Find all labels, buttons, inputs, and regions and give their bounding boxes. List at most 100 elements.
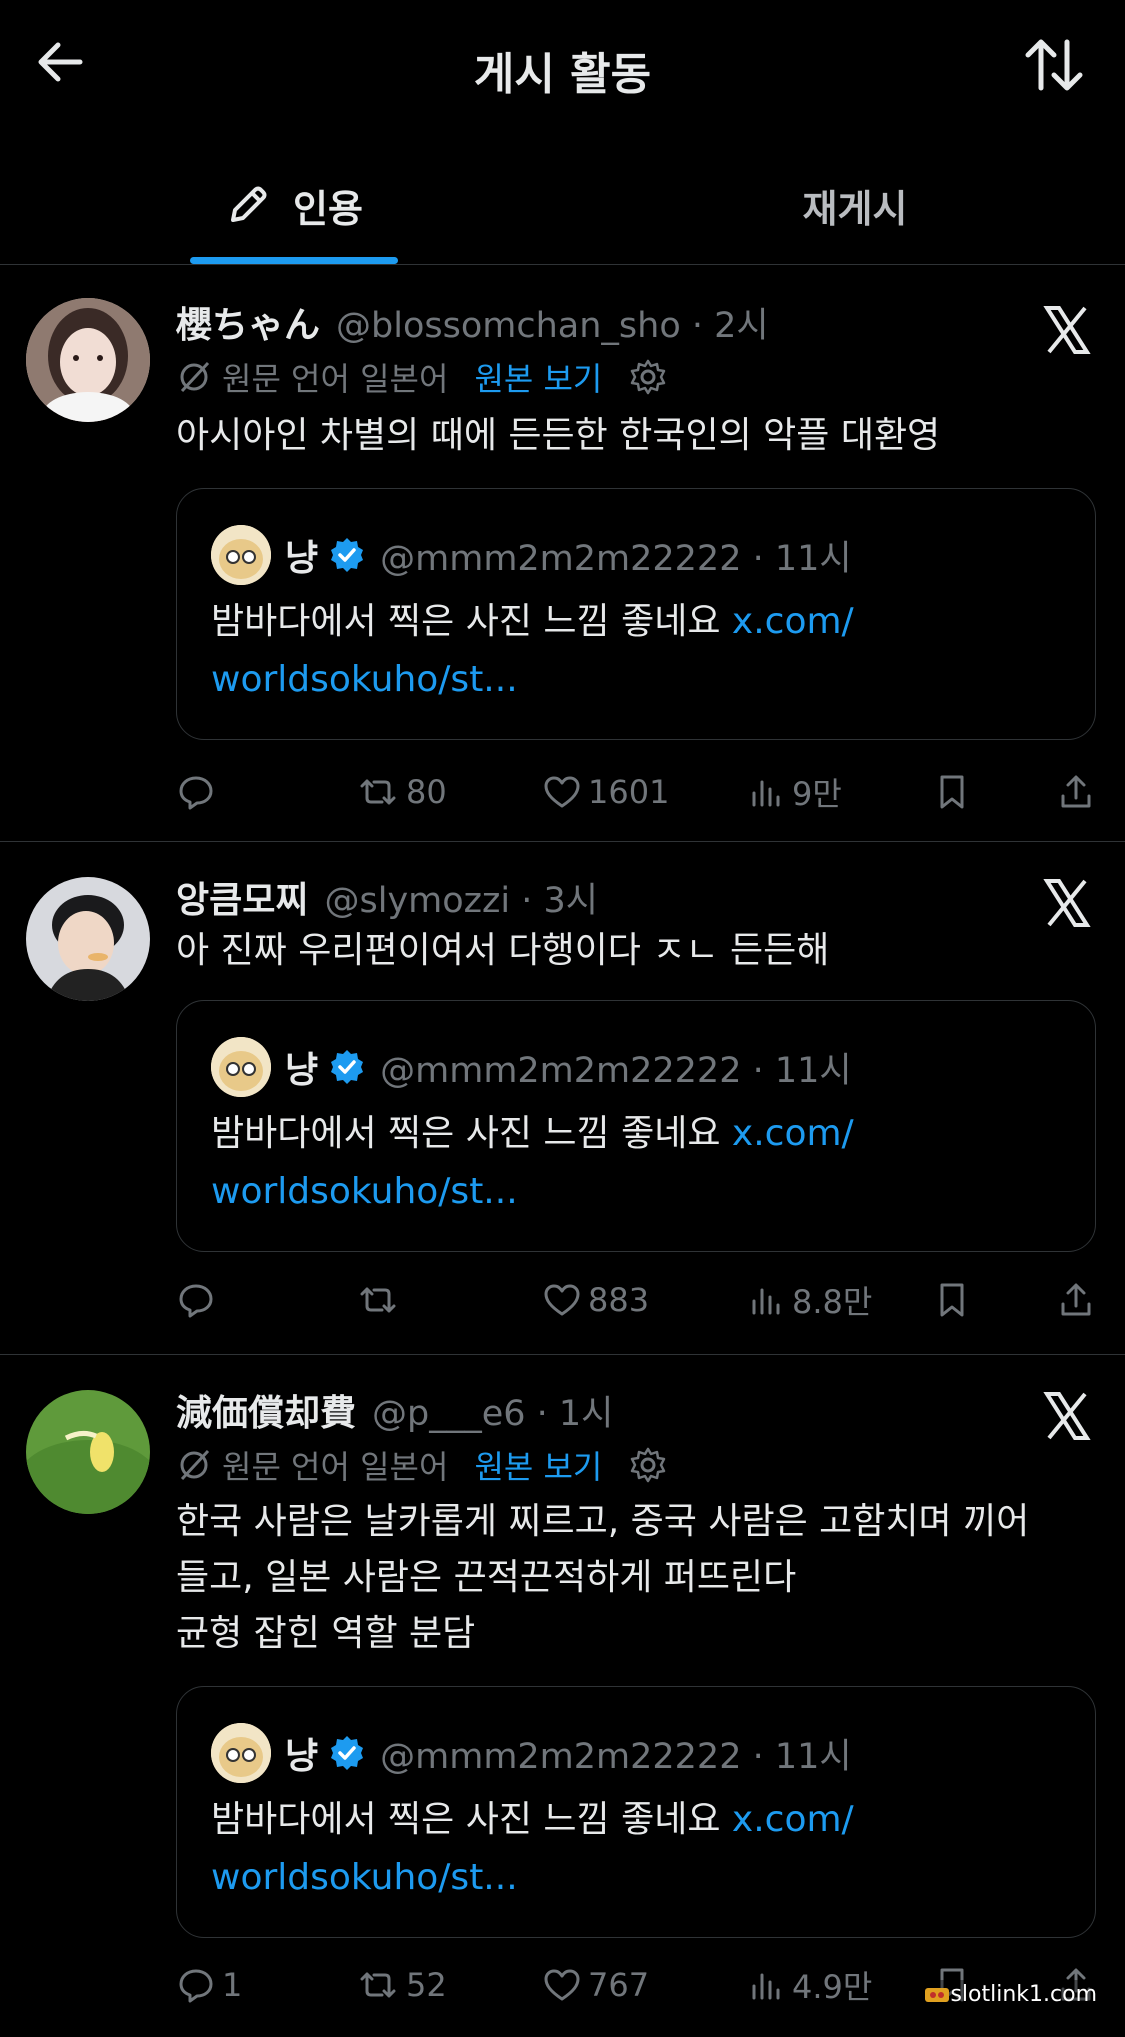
- views-chart-icon: [752, 1973, 780, 2000]
- quoted-post-author: 냥 @mmm2m2m22222 · 11시: [285, 1039, 852, 1095]
- tab-quotes[interactable]: 인용: [190, 175, 398, 235]
- settings-gear-icon[interactable]: [628, 357, 668, 397]
- display-name[interactable]: 櫻ちゃん: [176, 296, 320, 348]
- verified-badge-icon: [331, 538, 364, 572]
- quoted-post-text: 밤바다에서 찍은 사진 느낌 좋네요 x.com/ worldsokuho/st…: [211, 593, 1071, 709]
- bookmark-icon: [940, 1283, 964, 1317]
- tab-bar: 인용 재게시: [0, 145, 1125, 265]
- share-button[interactable]: [1056, 1272, 1102, 1328]
- heart-icon: [544, 776, 580, 808]
- x-logo-icon[interactable]: [1039, 1388, 1095, 1444]
- handle-and-time: @mmm2m2m22222 · 11시: [380, 1050, 852, 1091]
- handle-and-time[interactable]: @blossomchan_sho · 2시: [336, 297, 769, 348]
- like-button[interactable]: 883: [542, 1272, 649, 1328]
- verified-badge-icon: [331, 1736, 364, 1770]
- avatar[interactable]: [211, 1723, 271, 1783]
- avatar[interactable]: [26, 877, 150, 1001]
- verified-badge-icon: [331, 1050, 364, 1084]
- repost-icon: [360, 779, 396, 805]
- repost-button[interactable]: 80: [356, 764, 447, 820]
- x-logo-icon[interactable]: [1039, 302, 1095, 358]
- views-chart-icon: [752, 780, 780, 807]
- repost-button[interactable]: [356, 1272, 406, 1328]
- original-language-label: 원문 언어 일본어: [222, 1448, 449, 1486]
- bookmark-button[interactable]: [932, 764, 978, 820]
- avatar[interactable]: [26, 1390, 150, 1514]
- view-count: 4.9만: [792, 1968, 873, 2006]
- display-name[interactable]: 냥: [285, 1041, 318, 1093]
- handle-and-time[interactable]: @slymozzi · 3시: [324, 872, 598, 923]
- post[interactable]: 앙큼모찌 @slymozzi · 3시 아 진짜 우리편이여서 다행이다 ㅈㄴ …: [0, 843, 1125, 1355]
- translate-off-icon: [180, 1449, 210, 1481]
- tab-label: 재게시: [802, 186, 908, 231]
- pencil-icon: [231, 186, 267, 222]
- quoted-post-text: 밤바다에서 찍은 사진 느낌 좋네요 x.com/ worldsokuho/st…: [211, 1105, 1071, 1221]
- handle-and-time[interactable]: @p___e6 · 1시: [372, 1385, 613, 1436]
- view-count: 9만: [792, 775, 842, 813]
- translate-off-icon: [180, 361, 210, 393]
- post-author: 앙큼모찌 @slymozzi · 3시: [176, 871, 598, 921]
- quoted-post-author: 냥 @mmm2m2m22222 · 11시: [285, 527, 852, 583]
- bookmark-button[interactable]: [932, 1272, 978, 1328]
- post[interactable]: 減価償却費 @p___e6 · 1시 원문 언어 일본어 원본 보기 한국 사람…: [0, 1356, 1125, 2037]
- handle-and-time: @mmm2m2m22222 · 11시: [380, 538, 852, 579]
- post-text: 아 진짜 우리편이여서 다행이다 ㅈㄴ 든든해: [176, 930, 830, 971]
- views-button[interactable]: 8.8만: [746, 1272, 872, 1328]
- translation-bar: 원문 언어 일본어 원본 보기: [176, 354, 668, 400]
- heart-icon: [544, 1969, 580, 2001]
- views-button[interactable]: 4.9만: [746, 1957, 872, 2013]
- avatar[interactable]: [211, 525, 271, 585]
- post-text: 한국 사람은 날카롭게 찌르고, 중국 사람은 고함치며 끼어 들고, 일본 사…: [176, 1494, 1096, 1662]
- view-original-link[interactable]: 원본 보기: [474, 1442, 602, 1488]
- watermark: slotlink1.com: [918, 1980, 1103, 2009]
- post-text-line: 균형 잡힌 역할 분담: [176, 1613, 476, 1654]
- like-button[interactable]: 767: [542, 1957, 649, 2013]
- repost-count: 80: [406, 773, 447, 811]
- quoted-post[interactable]: 냥 @mmm2m2m22222 · 11시 밤바다에서 찍은 사진 느낌 좋네요…: [176, 488, 1096, 740]
- tab-reposts[interactable]: 재게시: [700, 175, 1010, 235]
- reply-button[interactable]: [176, 764, 222, 820]
- settings-gear-icon[interactable]: [628, 1445, 668, 1485]
- repost-count: 52: [406, 1966, 447, 2004]
- post-actions: 883 8.8만: [176, 1272, 1096, 1328]
- display-name[interactable]: 減価償却費: [176, 1384, 356, 1436]
- page-title: 게시 활동: [473, 49, 652, 100]
- handle-and-time: @mmm2m2m22222 · 11시: [380, 1736, 852, 1777]
- post-text-line: 한국 사람은 날카롭게 찌르고, 중국 사람은 고함치며 끼어: [176, 1501, 1030, 1542]
- views-button[interactable]: 9만: [746, 764, 842, 820]
- post-text-line: 들고, 일본 사람은 끈적끈적하게 퍼뜨린다: [176, 1557, 797, 1598]
- original-language-label: 원문 언어 일본어: [222, 360, 449, 398]
- repost-button[interactable]: 52: [356, 1957, 447, 2013]
- avatar[interactable]: [211, 1037, 271, 1097]
- like-count: 767: [588, 1966, 650, 2004]
- quoted-text: 밤바다에서 찍은 사진 느낌 좋네요: [211, 1113, 732, 1154]
- reply-count: 1: [222, 1966, 243, 2004]
- post-text: 아시아인 차별의 때에 든든한 한국인의 악플 대환영: [176, 415, 941, 456]
- post-author: 櫻ちゃん @blossomchan_sho · 2시: [176, 296, 769, 346]
- avatar[interactable]: [26, 298, 150, 422]
- display-name[interactable]: 앙큼모찌: [176, 871, 308, 923]
- post[interactable]: 櫻ちゃん @blossomchan_sho · 2시 원문 언어 일본어 원본 …: [0, 266, 1125, 842]
- view-original-link[interactable]: 원본 보기: [474, 354, 602, 400]
- views-chart-icon: [752, 1288, 780, 1315]
- share-button[interactable]: [1056, 764, 1102, 820]
- post-author: 減価償却費 @p___e6 · 1시: [176, 1384, 613, 1434]
- sort-arrows-icon[interactable]: [1021, 32, 1087, 98]
- reply-icon: [179, 776, 213, 810]
- like-count: 883: [588, 1281, 650, 1319]
- bookmark-icon: [940, 775, 964, 809]
- quoted-post[interactable]: 냥 @mmm2m2m22222 · 11시 밤바다에서 찍은 사진 느낌 좋네요…: [176, 1686, 1096, 1938]
- post-actions: 80 1601 9만: [176, 764, 1096, 820]
- like-button[interactable]: 1601: [542, 764, 669, 820]
- reply-button[interactable]: 1: [176, 1957, 242, 2013]
- share-icon: [1061, 775, 1091, 808]
- quoted-post-text: 밤바다에서 찍은 사진 느낌 좋네요 x.com/ worldsokuho/st…: [211, 1791, 1071, 1907]
- display-name[interactable]: 냥: [285, 529, 318, 581]
- display-name[interactable]: 냥: [285, 1727, 318, 1779]
- reply-button[interactable]: [176, 1272, 222, 1328]
- top-app-bar: 게시 활동: [0, 0, 1125, 130]
- quoted-post[interactable]: 냥 @mmm2m2m22222 · 11시 밤바다에서 찍은 사진 느낌 좋네요…: [176, 1000, 1096, 1252]
- heart-icon: [544, 1284, 580, 1316]
- watermark-text: slotlink1.com: [950, 1982, 1097, 2007]
- translation-bar: 원문 언어 일본어 원본 보기: [176, 1442, 668, 1488]
